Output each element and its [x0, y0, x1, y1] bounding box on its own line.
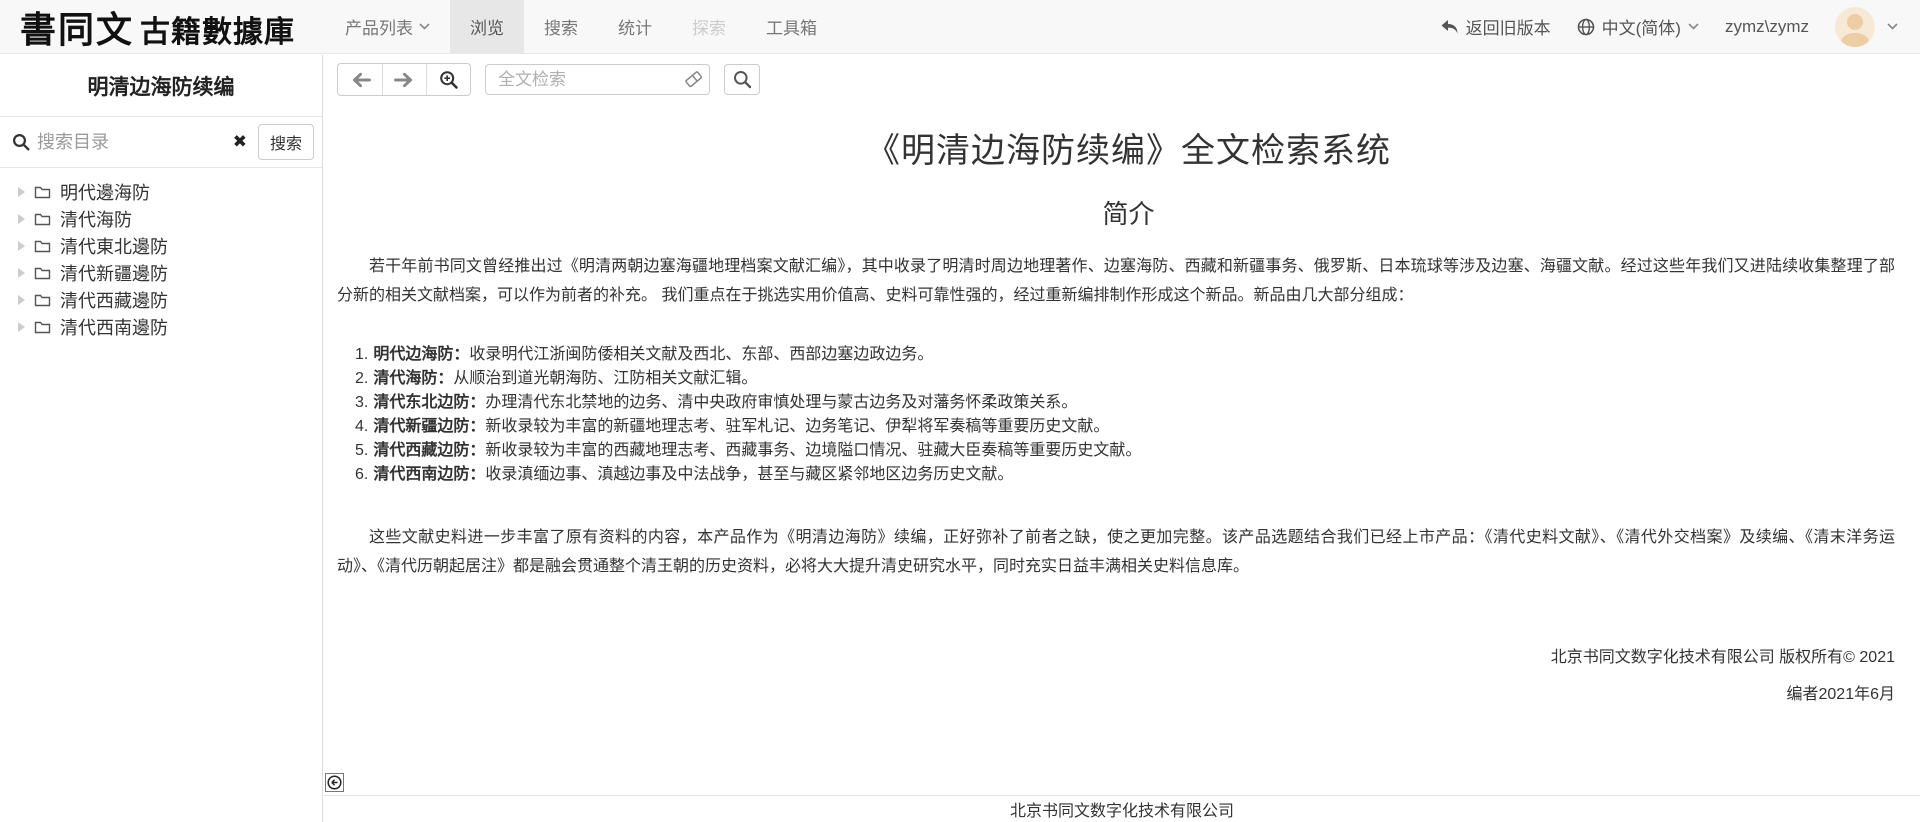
page-title: 《明清边海防续编》全文检索系统 [337, 123, 1920, 172]
top-navbar: 書同文 古籍數據庫 产品列表 浏览 搜索 统计 探索 工具箱 返回旧版本 中文( [0, 0, 1920, 54]
logo-calligraphy: 書同文 [20, 1, 134, 53]
avatar-body-shape [1841, 33, 1869, 47]
chevron-down-icon [419, 23, 430, 30]
nav-item-search[interactable]: 搜索 [524, 0, 598, 54]
eraser-icon[interactable] [684, 70, 703, 93]
nav-item-label: 产品列表 [345, 14, 413, 39]
list-item: 6.清代西南边防：收录滇缅边事、滇越边事及中法战争，甚至与藏区紧邻地区边务历史文… [355, 463, 1920, 487]
tree-item-label: 清代西南邊防 [60, 314, 168, 340]
list-item: 2.清代海防：从顺治到道光朝海防、江防相关文献汇辑。 [355, 367, 1920, 391]
folder-icon [34, 293, 51, 307]
catalog-search-input[interactable] [37, 132, 222, 153]
expand-arrow-icon[interactable] [18, 268, 25, 278]
nav-item-label: 统计 [618, 14, 652, 39]
folder-icon [34, 320, 51, 334]
nav-item-explore: 探索 [672, 0, 746, 54]
page-footer: 北京书同文数字化技术有限公司 [324, 795, 1920, 822]
tree-item-label: 清代新疆邊防 [60, 260, 168, 286]
tree-item-ming-coastal-defense[interactable]: 明代邊海防 [16, 178, 322, 205]
catalog-tree: 明代邊海防 清代海防 清代東北邊防 清代新疆邊防 清代西藏邊防 清代西南邊防 [0, 168, 322, 340]
forward-button[interactable] [382, 64, 426, 95]
fulltext-search-field [485, 64, 710, 95]
folder-icon [34, 239, 51, 253]
nav-item-product-list[interactable]: 产品列表 [325, 0, 450, 54]
language-selector[interactable]: 中文(简体) [1577, 14, 1699, 39]
tree-item-qing-northeast-border[interactable]: 清代東北邊防 [16, 232, 322, 259]
zoom-in-button[interactable] [426, 64, 470, 95]
return-old-version-label: 返回旧版本 [1466, 14, 1551, 39]
catalog-sidebar: 明清边海防续编 ✖ 搜索 明代邊海防 清代海防 清代東北邊防 清代新疆邊防 [0, 55, 323, 822]
back-button[interactable] [338, 64, 382, 95]
return-old-version-link[interactable]: 返回旧版本 [1440, 14, 1551, 39]
tree-item-qing-xinjiang-border[interactable]: 清代新疆邊防 [16, 259, 322, 286]
nav-item-label: 工具箱 [766, 14, 817, 39]
list-item: 1.明代边海防：收录明代江浙闽防倭相关文献及西北、东部、西部边塞边政边务。 [355, 343, 1920, 367]
sidebar-title: 明清边海防续编 [0, 55, 322, 117]
copyright-block: 北京书同文数字化技术有限公司 版权所有© 2021 编者2021年6月 [337, 643, 1895, 704]
expand-arrow-icon[interactable] [18, 295, 25, 305]
expand-arrow-icon[interactable] [18, 187, 25, 197]
sidebar-collapse-toggle[interactable] [325, 773, 344, 792]
navbar-right: 返回旧版本 中文(简体) zymz\zymz [1440, 7, 1898, 47]
intro-paragraph: 若干年前书同文曾经推出过《明清两朝边塞海疆地理档案文献汇编》，其中收录了明清时周… [337, 252, 1895, 310]
tree-item-qing-tibet-border[interactable]: 清代西藏邊防 [16, 286, 322, 313]
zoom-in-icon [439, 70, 459, 90]
user-avatar[interactable] [1835, 7, 1875, 47]
catalog-search-button[interactable]: 搜索 [258, 124, 314, 160]
user-menu-chevron-icon[interactable] [1887, 23, 1898, 30]
main-menu: 产品列表 浏览 搜索 统计 探索 工具箱 [325, 0, 837, 54]
reply-arrow-icon [1440, 18, 1459, 35]
globe-icon [1577, 18, 1595, 36]
expand-arrow-icon[interactable] [18, 241, 25, 251]
nav-item-label: 搜索 [544, 14, 578, 39]
tree-item-label: 明代邊海防 [60, 179, 150, 205]
tree-item-label: 清代西藏邊防 [60, 287, 168, 313]
catalog-search-bar: ✖ 搜索 [0, 117, 322, 168]
expand-arrow-icon[interactable] [18, 322, 25, 332]
tree-item-qing-coastal-defense[interactable]: 清代海防 [16, 205, 322, 232]
fulltext-search-input[interactable] [485, 64, 710, 95]
list-item: 3.清代东北边防：办理清代东北禁地的边务、清中央政府审慎处理与蒙古边务及对藩务怀… [355, 391, 1920, 415]
avatar-head-shape [1847, 14, 1863, 30]
footer-company: 北京书同文数字化技术有限公司 [1010, 797, 1234, 821]
fulltext-search-button[interactable] [724, 64, 760, 95]
list-item: 5.清代西藏边防：新收录较为丰富的西藏地理志考、西藏事务、边境隘口情况、驻藏大臣… [355, 439, 1920, 463]
content-toolbar [337, 63, 1920, 96]
expand-arrow-icon[interactable] [18, 214, 25, 224]
nav-item-label: 浏览 [470, 14, 504, 39]
list-item: 4.清代新疆边防：新收录较为丰富的新疆地理志考、驻军札记、边务笔记、伊犁将军奏稿… [355, 415, 1920, 439]
nav-item-label: 探索 [692, 14, 726, 39]
collection-list: 1.明代边海防：收录明代江浙闽防倭相关文献及西北、东部、西部边塞边政边务。 2.… [355, 343, 1920, 487]
chevron-down-icon [1688, 23, 1699, 30]
outro-paragraph: 这些文献史料进一步丰富了原有资料的内容，本产品作为《明清边海防》续编，正好弥补了… [337, 523, 1895, 581]
language-label: 中文(简体) [1602, 14, 1681, 39]
nav-item-toolbox[interactable]: 工具箱 [746, 0, 837, 54]
arrow-right-icon [394, 72, 415, 88]
section-title-intro: 简介 [337, 194, 1920, 231]
clear-search-icon[interactable]: ✖ [229, 132, 251, 152]
username-label: zymz\zymz [1725, 17, 1809, 37]
arrow-left-icon [350, 72, 371, 88]
circle-arrow-left-icon [327, 775, 342, 790]
tree-item-label: 清代東北邊防 [60, 233, 168, 259]
app-logo[interactable]: 書同文 古籍數據庫 [20, 1, 295, 53]
folder-icon [34, 185, 51, 199]
nav-item-browse[interactable]: 浏览 [450, 0, 524, 54]
tree-item-qing-southwest-border[interactable]: 清代西南邊防 [16, 313, 322, 340]
folder-icon [34, 266, 51, 280]
editor-date: 编者2021年6月 [337, 680, 1895, 704]
search-icon [733, 70, 752, 89]
copyright-line: 北京书同文数字化技术有限公司 版权所有© 2021 [337, 643, 1895, 667]
logo-text: 古籍數據庫 [140, 7, 295, 51]
main-content: 《明清边海防续编》全文检索系统 简介 若干年前书同文曾经推出过《明清两朝边塞海疆… [324, 55, 1920, 822]
tree-item-label: 清代海防 [60, 206, 132, 232]
nav-button-group [337, 63, 471, 96]
nav-item-statistics[interactable]: 统计 [598, 0, 672, 54]
search-icon [12, 133, 30, 151]
folder-icon [34, 212, 51, 226]
document-body: 《明清边海防续编》全文检索系统 简介 若干年前书同文曾经推出过《明清两朝边塞海疆… [324, 123, 1920, 704]
